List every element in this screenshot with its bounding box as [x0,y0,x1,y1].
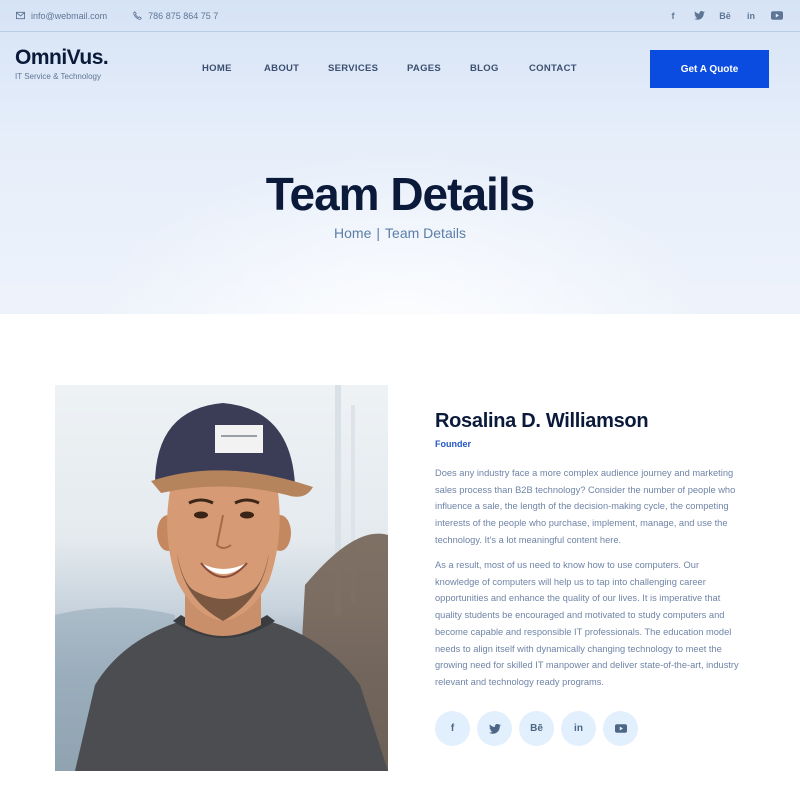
bio-paragraph-2: As a result, most of us need to know how… [435,560,739,687]
phone-icon [133,11,143,20]
facebook-icon[interactable]: f [435,711,470,746]
page-title: Team Details [265,168,535,220]
phone-text: 786 875 864 75 7 [148,10,219,21]
get-a-quote-button[interactable]: Get A Quote [650,50,769,88]
main-header: OmniVus. IT Service & Technology HOME AB… [0,32,800,104]
topbar-socials: f Bē in [654,9,784,23]
email-text: info@webmail.com [31,10,108,21]
breadcrumb-separator: | [376,225,381,241]
breadcrumb-current: Team Details [385,225,466,241]
top-bar: info@webmail.com 786 875 864 75 7 f Bē i… [0,0,800,32]
member-social-links: f Bē in [435,711,645,746]
twitter-icon[interactable] [477,711,512,746]
member-name: Rosalina D. Williamson [435,410,649,432]
youtube-icon[interactable] [603,711,638,746]
logo-tagline: IT Service & Technology [15,72,101,81]
member-role: Founder [435,439,471,449]
portrait-illustration [55,385,388,771]
nav-about[interactable]: ABOUT [264,63,299,74]
twitter-icon[interactable] [692,9,706,23]
logo-name: OmniVus. [15,46,109,69]
nav-services[interactable]: SERVICES [328,63,378,74]
nav-contact[interactable]: CONTACT [529,63,577,74]
logo[interactable]: OmniVus. IT Service & Technology [15,46,109,81]
mail-icon [16,11,25,20]
linkedin-icon[interactable]: in [744,9,758,23]
phone-contact[interactable]: 786 875 864 75 7 [133,11,218,21]
linkedin-icon[interactable]: in [561,711,596,746]
bio-paragraph-1: Does any industry face a more complex au… [435,468,736,545]
breadcrumb-home[interactable]: Home [334,225,371,241]
nav-pages[interactable]: PAGES [407,63,441,74]
team-member-photo [55,385,388,771]
facebook-icon[interactable]: f [666,9,680,23]
youtube-icon[interactable] [770,9,784,23]
behance-icon[interactable]: Bē [718,9,732,23]
email-contact[interactable]: info@webmail.com [16,11,107,21]
nav-home[interactable]: HOME [202,63,232,74]
nav-blog[interactable]: BLOG [470,63,499,74]
behance-icon[interactable]: Bē [519,711,554,746]
breadcrumb: Home | Team Details [0,225,800,241]
